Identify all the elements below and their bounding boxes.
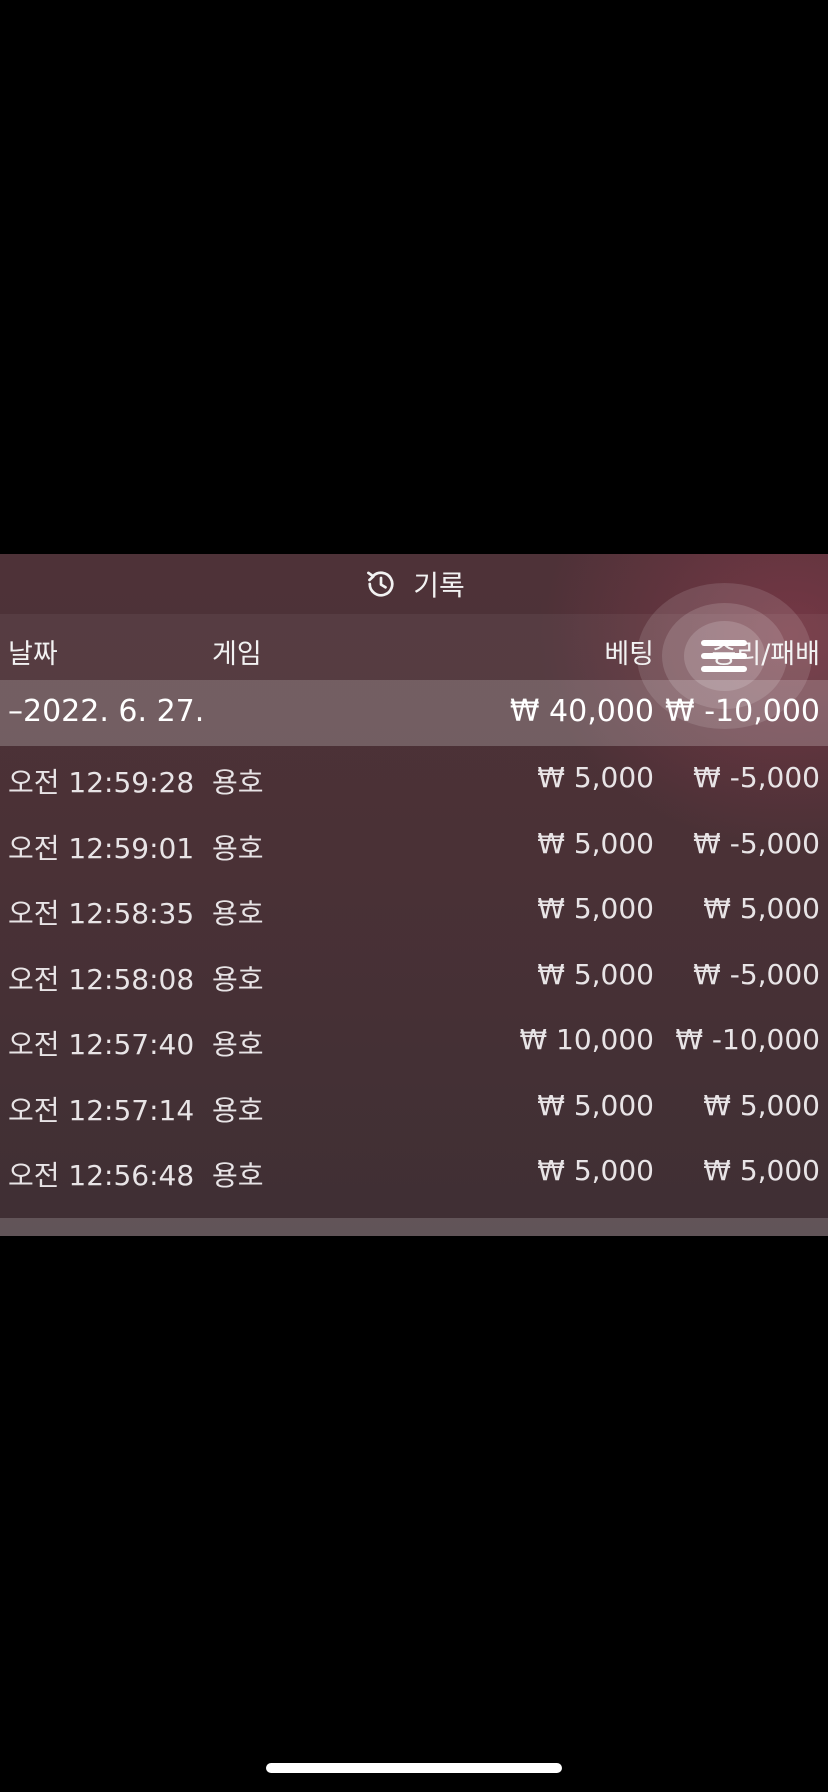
history-list: 오전 12:59:28 용호 ₩ 5,000 ₩ -5,000 오전 12:59… xyxy=(0,746,828,1205)
table-row[interactable]: 오전 12:58:08 용호 ₩ 5,000 ₩ -5,000 xyxy=(0,943,828,1009)
row-bet: ₩ 5,000 xyxy=(537,892,654,925)
table-row[interactable]: 오전 12:56:48 용호 ₩ 5,000 ₩ 5,000 xyxy=(0,1139,828,1205)
row-result: ₩ 5,000 xyxy=(703,1088,820,1122)
row-time: 오전 12:56:48 xyxy=(8,1159,195,1192)
row-bet: ₩ 5,000 xyxy=(537,1088,654,1122)
row-time: 오전 12:57:40 xyxy=(8,1028,195,1061)
row-result: ₩ -10,000 xyxy=(675,1023,820,1056)
history-icon xyxy=(367,571,394,597)
column-header-date[interactable]: 날짜 xyxy=(8,632,58,671)
row-result: ₩ -5,000 xyxy=(693,761,820,794)
row-game: 용호 xyxy=(212,962,264,996)
row-game: 용호 xyxy=(212,766,264,799)
panel-title-text: 기록 xyxy=(413,569,465,602)
row-result: ₩ 5,000 xyxy=(703,892,820,925)
panel-bottom-bar xyxy=(0,1218,828,1236)
row-bet: ₩ 10,000 xyxy=(519,1023,654,1056)
row-time: 오전 12:57:14 xyxy=(8,1093,195,1127)
row-time: 오전 12:58:08 xyxy=(8,962,195,996)
row-bet: ₩ 5,000 xyxy=(537,957,654,991)
row-bet: ₩ 5,000 xyxy=(537,761,654,794)
summary-date: –2022. 6. 27. xyxy=(8,694,205,729)
floating-menu-button[interactable] xyxy=(637,583,812,729)
table-row[interactable]: 오전 12:57:40 용호 ₩ 10,000 ₩ -10,000 xyxy=(0,1008,828,1074)
row-time: 오전 12:58:35 xyxy=(8,897,195,930)
row-game: 용호 xyxy=(212,831,264,865)
table-row[interactable]: 오전 12:59:28 용호 ₩ 5,000 ₩ -5,000 xyxy=(0,746,828,812)
column-header-game[interactable]: 게임 xyxy=(212,632,262,671)
row-time: 오전 12:59:28 xyxy=(8,766,195,799)
row-result: ₩ -5,000 xyxy=(693,826,820,860)
hamburger-menu-icon xyxy=(701,640,747,672)
row-result: ₩ -5,000 xyxy=(693,957,820,991)
table-row[interactable]: 오전 12:59:01 용호 ₩ 5,000 ₩ -5,000 xyxy=(0,812,828,878)
table-row[interactable]: 오전 12:58:35 용호 ₩ 5,000 ₩ 5,000 xyxy=(0,877,828,943)
row-game: 용호 xyxy=(212,1028,264,1061)
home-indicator[interactable] xyxy=(266,1763,562,1773)
row-game: 용호 xyxy=(212,897,264,930)
row-bet: ₩ 5,000 xyxy=(537,1154,654,1187)
summary-bet: ₩ 40,000 xyxy=(509,694,654,729)
row-result: ₩ 5,000 xyxy=(703,1154,820,1187)
row-time: 오전 12:59:01 xyxy=(8,831,195,865)
row-game: 용호 xyxy=(212,1159,264,1192)
table-row[interactable]: 오전 12:57:14 용호 ₩ 5,000 ₩ 5,000 xyxy=(0,1074,828,1140)
row-game: 용호 xyxy=(212,1093,264,1127)
row-bet: ₩ 5,000 xyxy=(537,826,654,860)
